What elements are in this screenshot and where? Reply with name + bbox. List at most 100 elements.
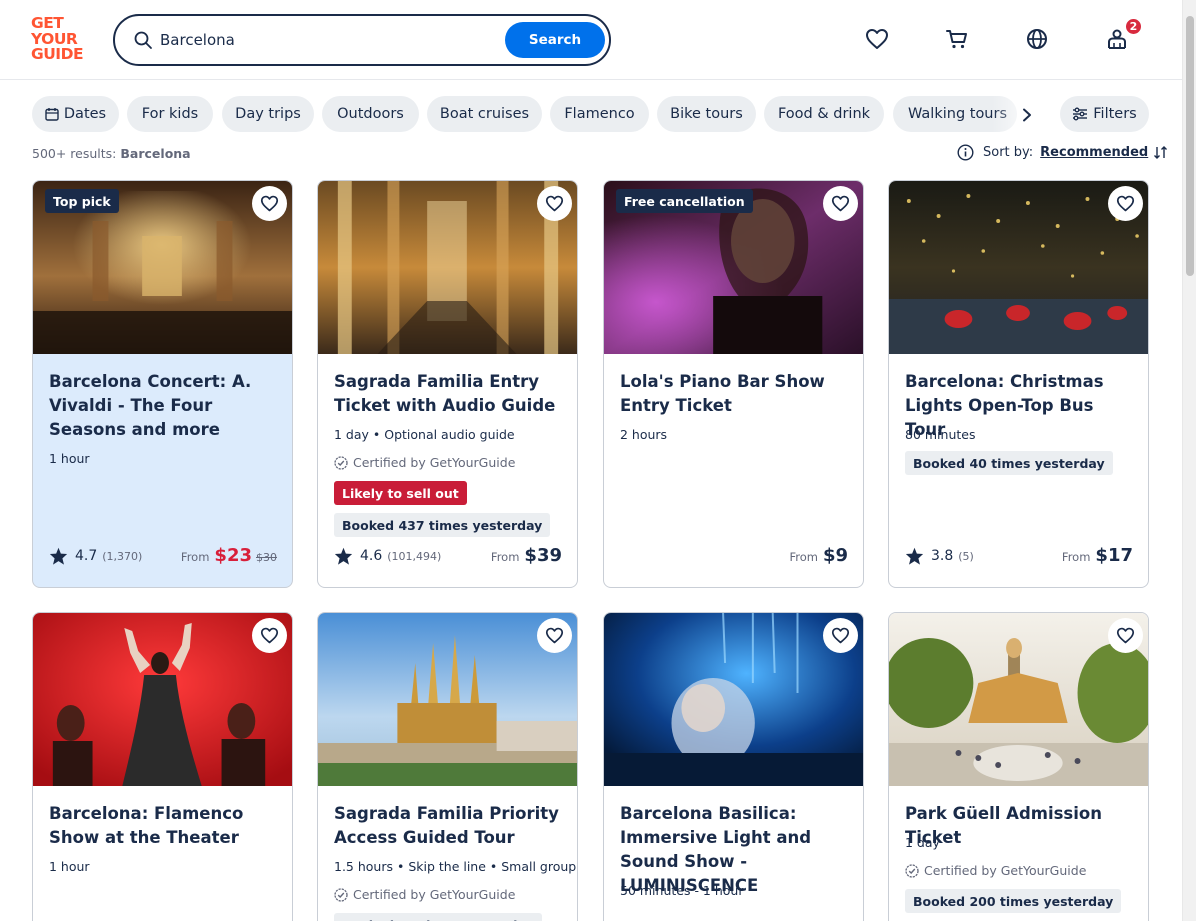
card-title[interactable]: Lola's Piano Bar Show Entry Ticket <box>620 370 850 418</box>
booked-badge: Booked 40 times yesterday <box>905 451 1113 475</box>
price-amount: $23 <box>214 545 252 566</box>
filters-button[interactable]: Filters <box>1060 96 1149 132</box>
rating: 3.8 (5) <box>905 547 974 565</box>
search-input[interactable] <box>160 26 500 54</box>
card-duration: 50 minutes - 1 hour <box>620 883 744 898</box>
card-title[interactable]: Sagrada Familia Priority Access Guided T… <box>334 802 564 850</box>
activity-card[interactable]: Sagrada Familia Entry Ticket with Audio … <box>317 180 578 588</box>
wishlist-heart-icon[interactable] <box>1108 618 1143 653</box>
original-price: $30 <box>256 551 277 564</box>
results-count: 500+ results: Barcelona <box>32 146 191 161</box>
chip-label: Flamenco <box>564 106 635 122</box>
chip-outdoors[interactable]: Outdoors <box>322 96 419 132</box>
getyourguide-logo[interactable]: GET YOUR GUIDE <box>31 15 91 64</box>
sort-value[interactable]: Recommended <box>1040 145 1148 160</box>
sort-arrows-icon <box>1154 146 1168 159</box>
chip-label: For kids <box>141 106 199 122</box>
activity-card[interactable]: Barcelona: Christmas Lights Open-Top Bus… <box>888 180 1149 588</box>
cart-count-badge: 2 <box>1124 17 1143 36</box>
sort-control[interactable]: Sort by: Recommended <box>957 144 1168 161</box>
card-title[interactable]: Barcelona: Flamenco Show at the Theater <box>49 802 279 850</box>
wishlist-heart-icon[interactable] <box>252 618 287 653</box>
rating-value: 3.8 <box>931 548 954 564</box>
price: From $23 $30 <box>181 545 277 566</box>
activity-card[interactable]: Barcelona: Flamenco Show at the Theater … <box>32 612 293 921</box>
globe-icon[interactable] <box>1024 26 1050 52</box>
rating: 4.6 (101,494) <box>334 547 441 565</box>
cart-icon[interactable] <box>944 26 970 52</box>
wishlist-heart-icon[interactable] <box>537 186 572 221</box>
rating: 4.7 (1,370) <box>49 547 142 565</box>
price-from-label: From <box>789 550 818 564</box>
sort-label: Sort by: <box>983 145 1034 160</box>
review-count: (1,370) <box>102 549 143 563</box>
chip-flamenco[interactable]: Flamenco <box>550 96 649 132</box>
activity-card[interactable]: Park Güell Admission Ticket 1 day Certif… <box>888 612 1149 921</box>
results-count-text: 500+ results: <box>32 146 117 161</box>
chip-food-drink[interactable]: Food & drink <box>764 96 884 132</box>
star-icon <box>49 547 68 565</box>
wishlist-heart-icon[interactable] <box>864 26 890 52</box>
info-icon[interactable] <box>957 144 974 161</box>
wishlist-heart-icon[interactable] <box>537 618 572 653</box>
certified-text: Certified by GetYourGuide <box>353 455 516 470</box>
review-count: (101,494) <box>387 549 442 563</box>
card-duration: 1.5 hours • Skip the line • Small group <box>334 859 577 874</box>
free-cancellation-badge: Free cancellation <box>616 189 753 213</box>
chip-label: Dates <box>63 106 107 122</box>
card-duration: 1 day <box>905 835 940 850</box>
chip-label: Boat cruises <box>439 106 530 122</box>
top-pick-badge: Top pick <box>45 189 119 213</box>
certified-label: Certified by GetYourGuide <box>334 887 515 902</box>
booked-badge: Booked 53 times yesterday <box>334 913 542 921</box>
card-duration: 2 hours <box>620 427 668 442</box>
activity-card[interactable]: Sagrada Familia Priority Access Guided T… <box>317 612 578 921</box>
price-from-label: From <box>1061 550 1091 564</box>
rating-value: 4.7 <box>75 548 98 564</box>
results-query: Barcelona <box>120 146 191 161</box>
scrollbar-thumb[interactable] <box>1186 16 1194 276</box>
wishlist-heart-icon[interactable] <box>1108 186 1143 221</box>
sliders-icon <box>1073 107 1088 121</box>
card-duration: 80 minutes <box>905 427 976 442</box>
wishlist-heart-icon[interactable] <box>252 186 287 221</box>
price-amount: $9 <box>822 545 848 566</box>
chevron-right-icon[interactable] <box>1014 102 1040 128</box>
card-title[interactable]: Barcelona Concert: A. Vivaldi - The Four… <box>49 370 279 442</box>
price: From $17 <box>1062 545 1133 566</box>
search-bar[interactable]: Search <box>113 14 611 66</box>
chip-bike-tours[interactable]: Bike tours <box>657 96 756 132</box>
wishlist-heart-icon[interactable] <box>823 186 858 221</box>
search-icon <box>134 31 152 49</box>
price: From $9 <box>789 545 848 566</box>
price-from-label: From <box>180 550 210 564</box>
review-count: (5) <box>958 549 974 563</box>
star-icon <box>334 547 353 565</box>
card-duration: 1 hour <box>49 451 90 466</box>
chip-boat-cruises[interactable]: Boat cruises <box>427 96 542 132</box>
chip-dates[interactable]: Dates <box>32 96 119 132</box>
certified-text: Certified by GetYourGuide <box>353 887 516 902</box>
booked-badge: Booked 437 times yesterday <box>334 513 551 537</box>
chip-day-trips[interactable]: Day trips <box>222 96 314 132</box>
certified-check-icon <box>334 455 348 470</box>
activity-card[interactable]: Top pick Barcelona Concert: A. Vivaldi -… <box>32 180 293 588</box>
activity-card[interactable]: Barcelona Basilica: Immersive Light and … <box>603 612 864 921</box>
booked-badge: Booked 200 times yesterday <box>905 889 1122 913</box>
activity-card[interactable]: Free cancellation Lola's Piano Bar Show … <box>603 180 864 588</box>
certified-check-icon <box>334 887 348 902</box>
chip-label: Outdoors <box>337 106 404 122</box>
certified-check-icon <box>905 863 919 878</box>
star-icon <box>905 547 924 565</box>
likely-to-sell-out-badge: Likely to sell out <box>334 481 467 505</box>
wishlist-heart-icon[interactable] <box>823 618 858 653</box>
search-button[interactable]: Search <box>505 22 605 58</box>
price-amount: $39 <box>524 545 562 566</box>
chip-for-kids[interactable]: For kids <box>127 96 213 132</box>
filters-label: Filters <box>1093 106 1137 122</box>
page-scrollbar[interactable] <box>1182 0 1196 921</box>
card-title[interactable]: Sagrada Familia Entry Ticket with Audio … <box>334 370 564 418</box>
certified-text: Certified by GetYourGuide <box>924 863 1087 878</box>
filter-chips-row: Dates For kids Day trips Outdoors Boat c… <box>32 96 1150 132</box>
calendar-icon <box>45 108 59 121</box>
